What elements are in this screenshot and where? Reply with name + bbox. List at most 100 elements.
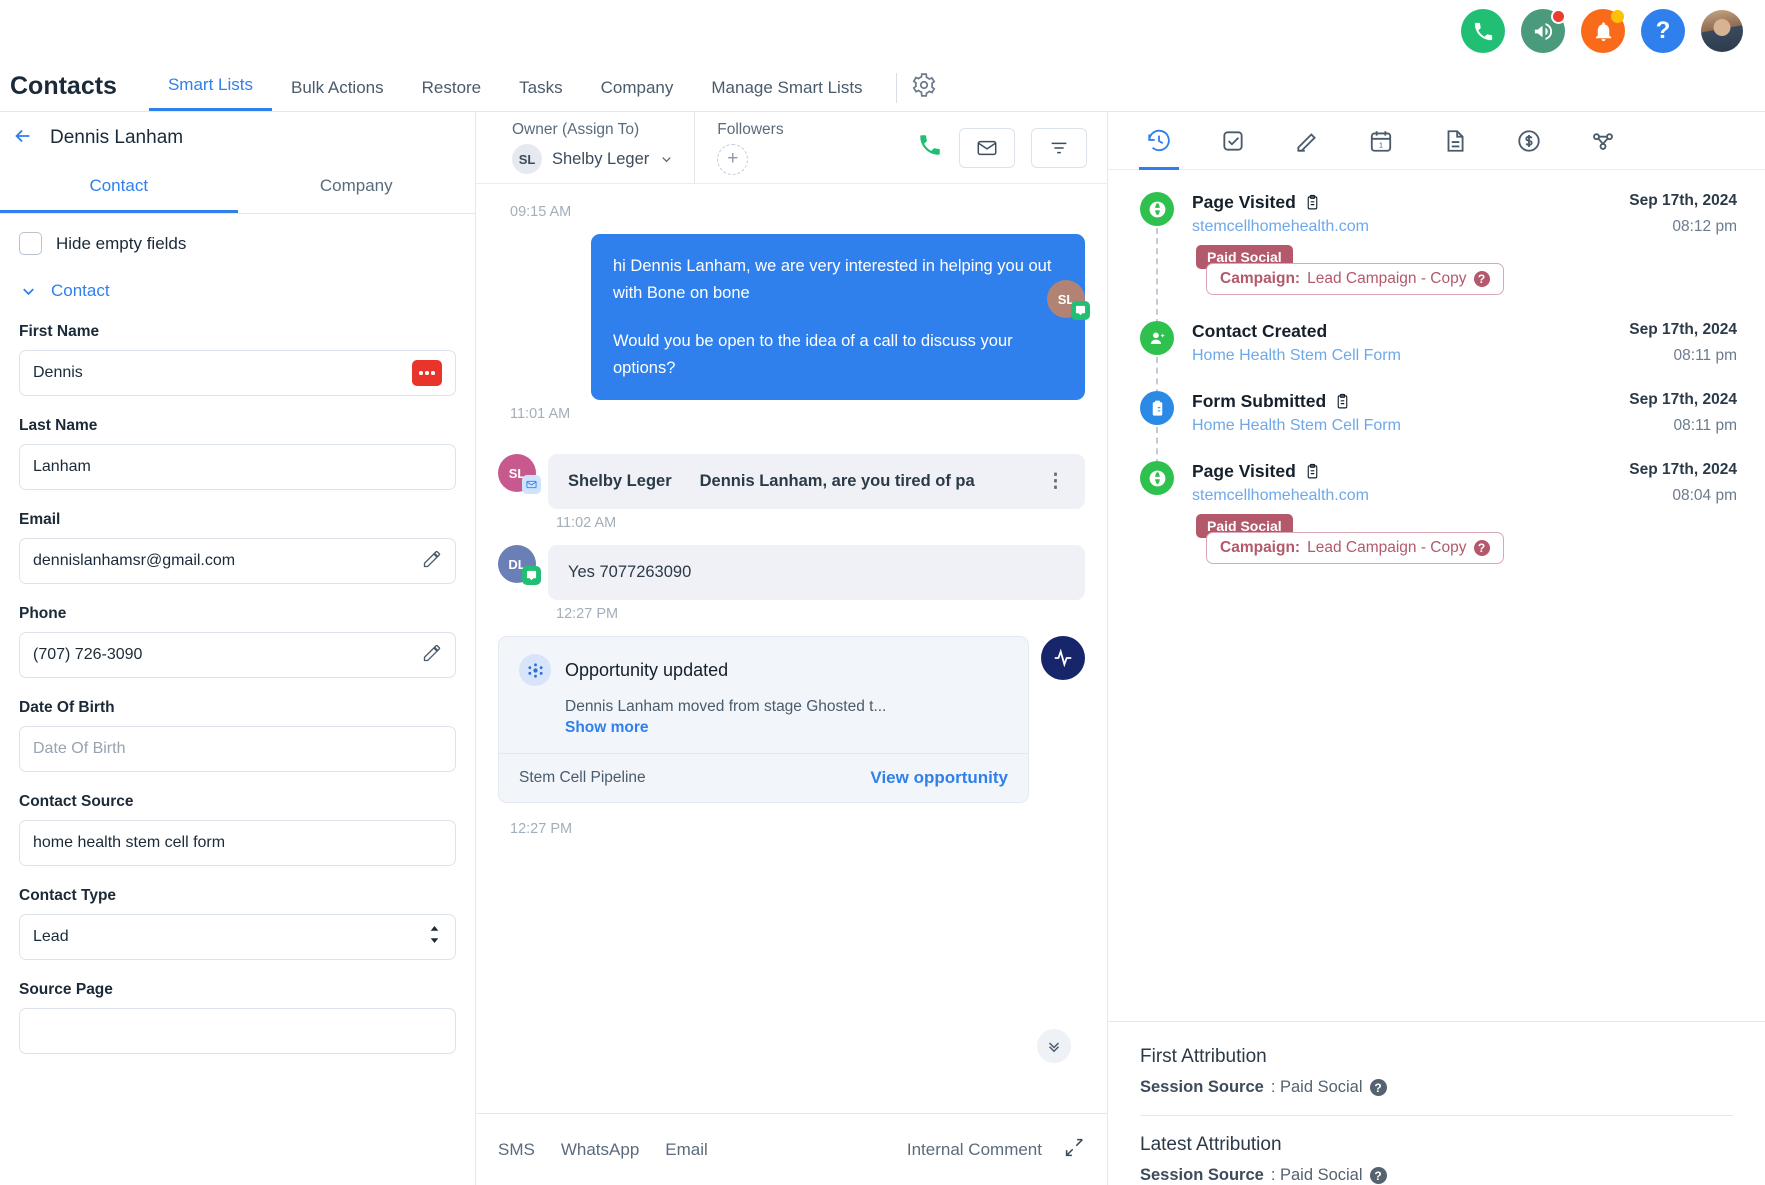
nav-item-company[interactable]: Company [582, 78, 693, 111]
user-avatar[interactable] [1701, 10, 1743, 52]
email-badge-icon [522, 475, 541, 495]
field-phone: Phone (707) 726-3090 [19, 605, 456, 678]
field-email: Email dennislanhamsr@gmail.com [19, 511, 456, 584]
pencil-icon[interactable] [422, 643, 442, 668]
pencil-icon[interactable] [422, 549, 442, 574]
contact-details-panel: Dennis Lanham Contact Company Hide empty… [0, 112, 476, 1185]
message-timestamp: 09:15 AM [510, 204, 572, 220]
help-icon[interactable]: ? [1369, 1079, 1387, 1096]
phone-icon[interactable] [1461, 9, 1505, 53]
last-name-input[interactable]: Lanham [19, 444, 456, 490]
owner-avatar: SL [512, 144, 542, 174]
kebab-menu-icon[interactable]: ⋮ [1046, 472, 1065, 492]
timeline-link[interactable]: stemcellhomehealth.com [1192, 218, 1369, 236]
composer-tab-email[interactable]: Email [665, 1140, 708, 1160]
timeline-link[interactable]: Home Health Stem Cell Form [1192, 417, 1401, 435]
timeline-item[interactable]: Page Visited Sep 17th, 2024 stemcellhome… [1140, 461, 1737, 564]
hide-empty-fields-row[interactable]: Hide empty fields [19, 232, 456, 255]
timeline-date: Sep 17th, 2024 [1629, 391, 1737, 408]
contact-section-header[interactable]: Contact [19, 281, 456, 301]
contact-type-select[interactable]: Lead [19, 914, 456, 960]
email-icon[interactable] [959, 127, 1015, 168]
activity-tab[interactable] [1122, 112, 1196, 170]
source-page-input[interactable] [19, 1008, 456, 1054]
opportunity-footer: Stem Cell Pipeline View opportunity [499, 753, 1028, 802]
notes-tab[interactable] [1270, 112, 1344, 170]
date-of-birth-input[interactable]: Date Of Birth [19, 726, 456, 772]
call-icon[interactable] [917, 132, 943, 163]
filter-icon[interactable] [1031, 127, 1087, 168]
field-label: First Name [19, 323, 100, 340]
tab-contact[interactable]: Contact [0, 164, 238, 213]
contact-fields-scroll[interactable]: Hide empty fields Contact First Name Den… [0, 214, 475, 1185]
main-navigation: Contacts Smart Lists Bulk Actions Restor… [0, 62, 1765, 112]
timeline-link[interactable]: Home Health Stem Cell Form [1192, 347, 1401, 365]
help-icon[interactable]: ? [1473, 271, 1490, 287]
field-label: Email [19, 511, 61, 528]
nav-item-manage-smart-lists[interactable]: Manage Smart Lists [692, 78, 881, 111]
owner-selector[interactable]: SL Shelby Leger [512, 144, 674, 174]
scroll-down-button[interactable] [1037, 1029, 1071, 1063]
nav-item-tasks[interactable]: Tasks [500, 78, 581, 111]
timeline-body: Page Visited Sep 17th, 2024 stemcellhome… [1192, 192, 1737, 295]
timeline-item[interactable]: Form Submitted Sep 17th, 2024 Home Healt… [1140, 391, 1737, 465]
opportunity-icon [519, 654, 551, 687]
tasks-tab[interactable] [1196, 112, 1270, 170]
megaphone-icon[interactable] [1521, 9, 1566, 53]
help-icon[interactable]: ? [1473, 540, 1490, 556]
campaign-badge[interactable]: Campaign: Lead Campaign - Copy ? [1206, 263, 1504, 295]
email-subject: Dennis Lanham, are you tired of pa [699, 472, 975, 491]
documents-tab[interactable] [1418, 112, 1492, 170]
associations-tab[interactable] [1566, 112, 1640, 170]
add-follower-button[interactable]: + [717, 143, 749, 175]
svg-text:1: 1 [1379, 140, 1383, 149]
conversation-header: Owner (Assign To) SL Shelby Leger Follow… [476, 111, 1107, 184]
field-first-name: First Name Dennis [19, 323, 456, 396]
timeline-item[interactable]: Page Visited Sep 17th, 2024 stemcellhome… [1140, 192, 1737, 325]
first-name-input[interactable]: Dennis [19, 350, 456, 396]
outbound-paragraph-1: hi Dennis Lanham, we are very interested… [613, 257, 1052, 302]
back-arrow-icon[interactable] [12, 125, 34, 152]
help-icon[interactable]: ? [1641, 9, 1685, 53]
latest-attribution-title: Latest Attribution [1140, 1134, 1282, 1155]
help-icon[interactable]: ? [1369, 1167, 1387, 1184]
chevron-down-icon [23, 288, 34, 295]
email-value: dennislanhamsr@gmail.com [33, 552, 236, 569]
chevron-down-icon [662, 156, 671, 162]
tab-company[interactable]: Company [238, 164, 476, 213]
show-more-link[interactable]: Show more [565, 719, 1008, 737]
gear-icon[interactable] [911, 72, 937, 111]
timeline-body: Form Submitted Sep 17th, 2024 Home Healt… [1192, 391, 1737, 435]
composer-tab-whatsapp[interactable]: WhatsApp [561, 1140, 639, 1160]
conversation-panel: Owner (Assign To) SL Shelby Leger Follow… [476, 111, 1108, 1185]
nav-item-smart-lists[interactable]: Smart Lists [148, 75, 272, 111]
red-dots-badge[interactable] [412, 360, 442, 386]
contact-source-input[interactable]: home health stem cell form [19, 820, 456, 866]
phone-input[interactable]: (707) 726-3090 [19, 632, 456, 678]
activity-timeline[interactable]: Page Visited Sep 17th, 2024 stemcellhome… [1108, 170, 1765, 1021]
hide-empty-checkbox[interactable] [19, 232, 42, 255]
view-opportunity-link[interactable]: View opportunity [870, 768, 1008, 788]
bell-icon[interactable] [1581, 9, 1625, 53]
expand-icon[interactable] [1064, 1137, 1085, 1163]
field-label: Date Of Birth [19, 699, 115, 716]
timeline-item[interactable]: Contact Created Sep 17th, 2024 Home Heal… [1140, 321, 1737, 395]
sms-message-bubble: Yes 7077263090 [548, 545, 1085, 601]
message-thread[interactable]: 09:15 AM hi Dennis Lanham, we are very i… [476, 184, 1107, 1113]
first-attribution-title: First Attribution [1140, 1046, 1267, 1067]
nav-item-restore[interactable]: Restore [403, 78, 501, 111]
first-attribution-value: : Paid Social [1270, 1078, 1363, 1096]
nav-item-bulk-actions[interactable]: Bulk Actions [272, 78, 403, 111]
email-message-bubble[interactable]: Shelby Leger Dennis Lanham, are you tire… [548, 454, 1085, 510]
email-input[interactable]: dennislanhamsr@gmail.com [19, 538, 456, 584]
clipboard-icon [1337, 393, 1348, 409]
page-title: Contacts [10, 72, 117, 100]
timeline-title-text: Page Visited [1192, 192, 1296, 212]
payments-tab[interactable] [1492, 112, 1566, 170]
composer-tab-sms[interactable]: SMS [498, 1140, 535, 1160]
campaign-badge[interactable]: Campaign: Lead Campaign - Copy ? [1206, 532, 1504, 564]
timeline-link[interactable]: stemcellhomehealth.com [1192, 487, 1369, 505]
opportunity-card: Opportunity updated Dennis Lanham moved … [498, 636, 1029, 804]
internal-comment-button[interactable]: Internal Comment [907, 1140, 1042, 1160]
appointments-tab[interactable]: 1 [1344, 112, 1418, 170]
